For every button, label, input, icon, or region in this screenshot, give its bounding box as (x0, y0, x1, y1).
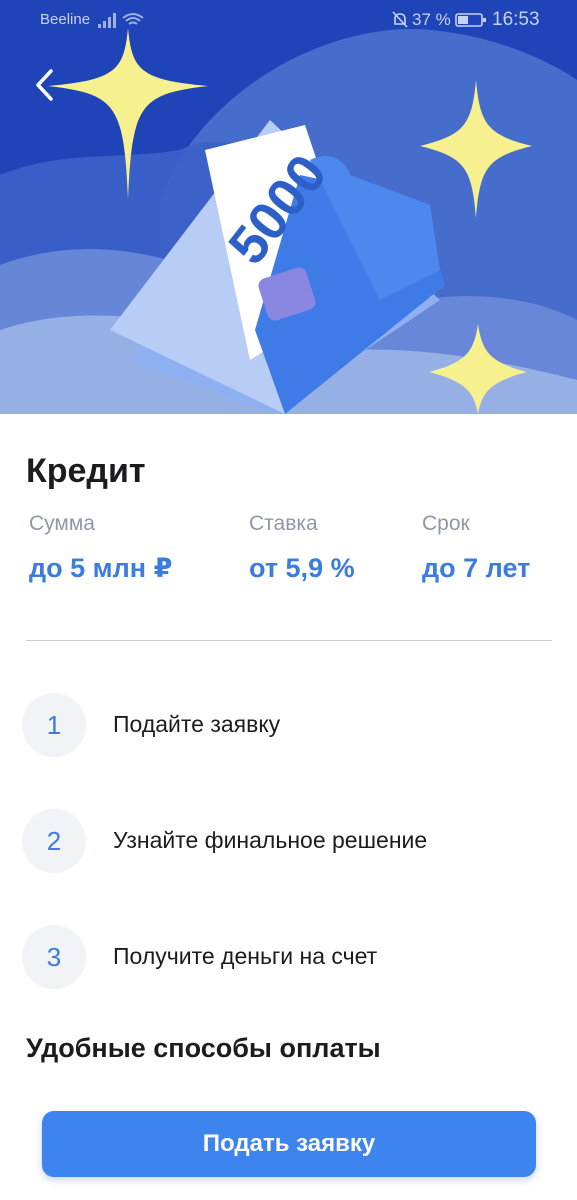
apply-button[interactable]: Подать заявку (42, 1111, 536, 1177)
chevron-left-icon (36, 69, 53, 101)
param-value: до 7 лет (422, 553, 531, 583)
wifi-icon (122, 13, 144, 25)
payment-section-title: Удобные способы оплаты (26, 1033, 381, 1063)
battery-icon (455, 13, 486, 27)
param-amount: Сумма до 5 млн ₽ (29, 512, 172, 584)
page-title: Кредит (26, 452, 146, 490)
battery-percent: 37 % (412, 10, 451, 29)
param-term: Срок до 7 лет (422, 512, 530, 584)
param-label: Сумма (29, 512, 95, 535)
status-bar: Beeline 37 % 16:53 (0, 0, 577, 40)
step-number: 1 (22, 693, 86, 757)
back-button[interactable] (22, 62, 68, 108)
step-item: 2 Узнайте финальное решение (22, 809, 542, 873)
signal-icon (98, 13, 116, 28)
step-item: 3 Получите деньги на счет (22, 925, 542, 989)
hero-banner: 5000 (0, 0, 577, 414)
step-text: Подайте заявку (113, 711, 281, 737)
hero-illustration: 5000 (0, 0, 577, 414)
step-text: Получите деньги на счет (113, 943, 378, 969)
param-label: Срок (422, 512, 470, 535)
step-item: 1 Подайте заявку (22, 693, 542, 757)
param-value: до 5 млн ₽ (29, 553, 173, 583)
step-number: 2 (22, 809, 86, 873)
step-text: Узнайте финальное решение (113, 827, 428, 853)
divider (26, 640, 552, 641)
step-number: 3 (22, 925, 86, 989)
param-value: от 5,9 % (249, 553, 355, 583)
param-label: Ставка (249, 512, 318, 535)
mute-bell-icon (392, 11, 408, 28)
carrier-name: Beeline (40, 11, 91, 28)
clock: 16:53 (492, 9, 540, 30)
param-rate: Ставка от 5,9 % (249, 512, 355, 584)
